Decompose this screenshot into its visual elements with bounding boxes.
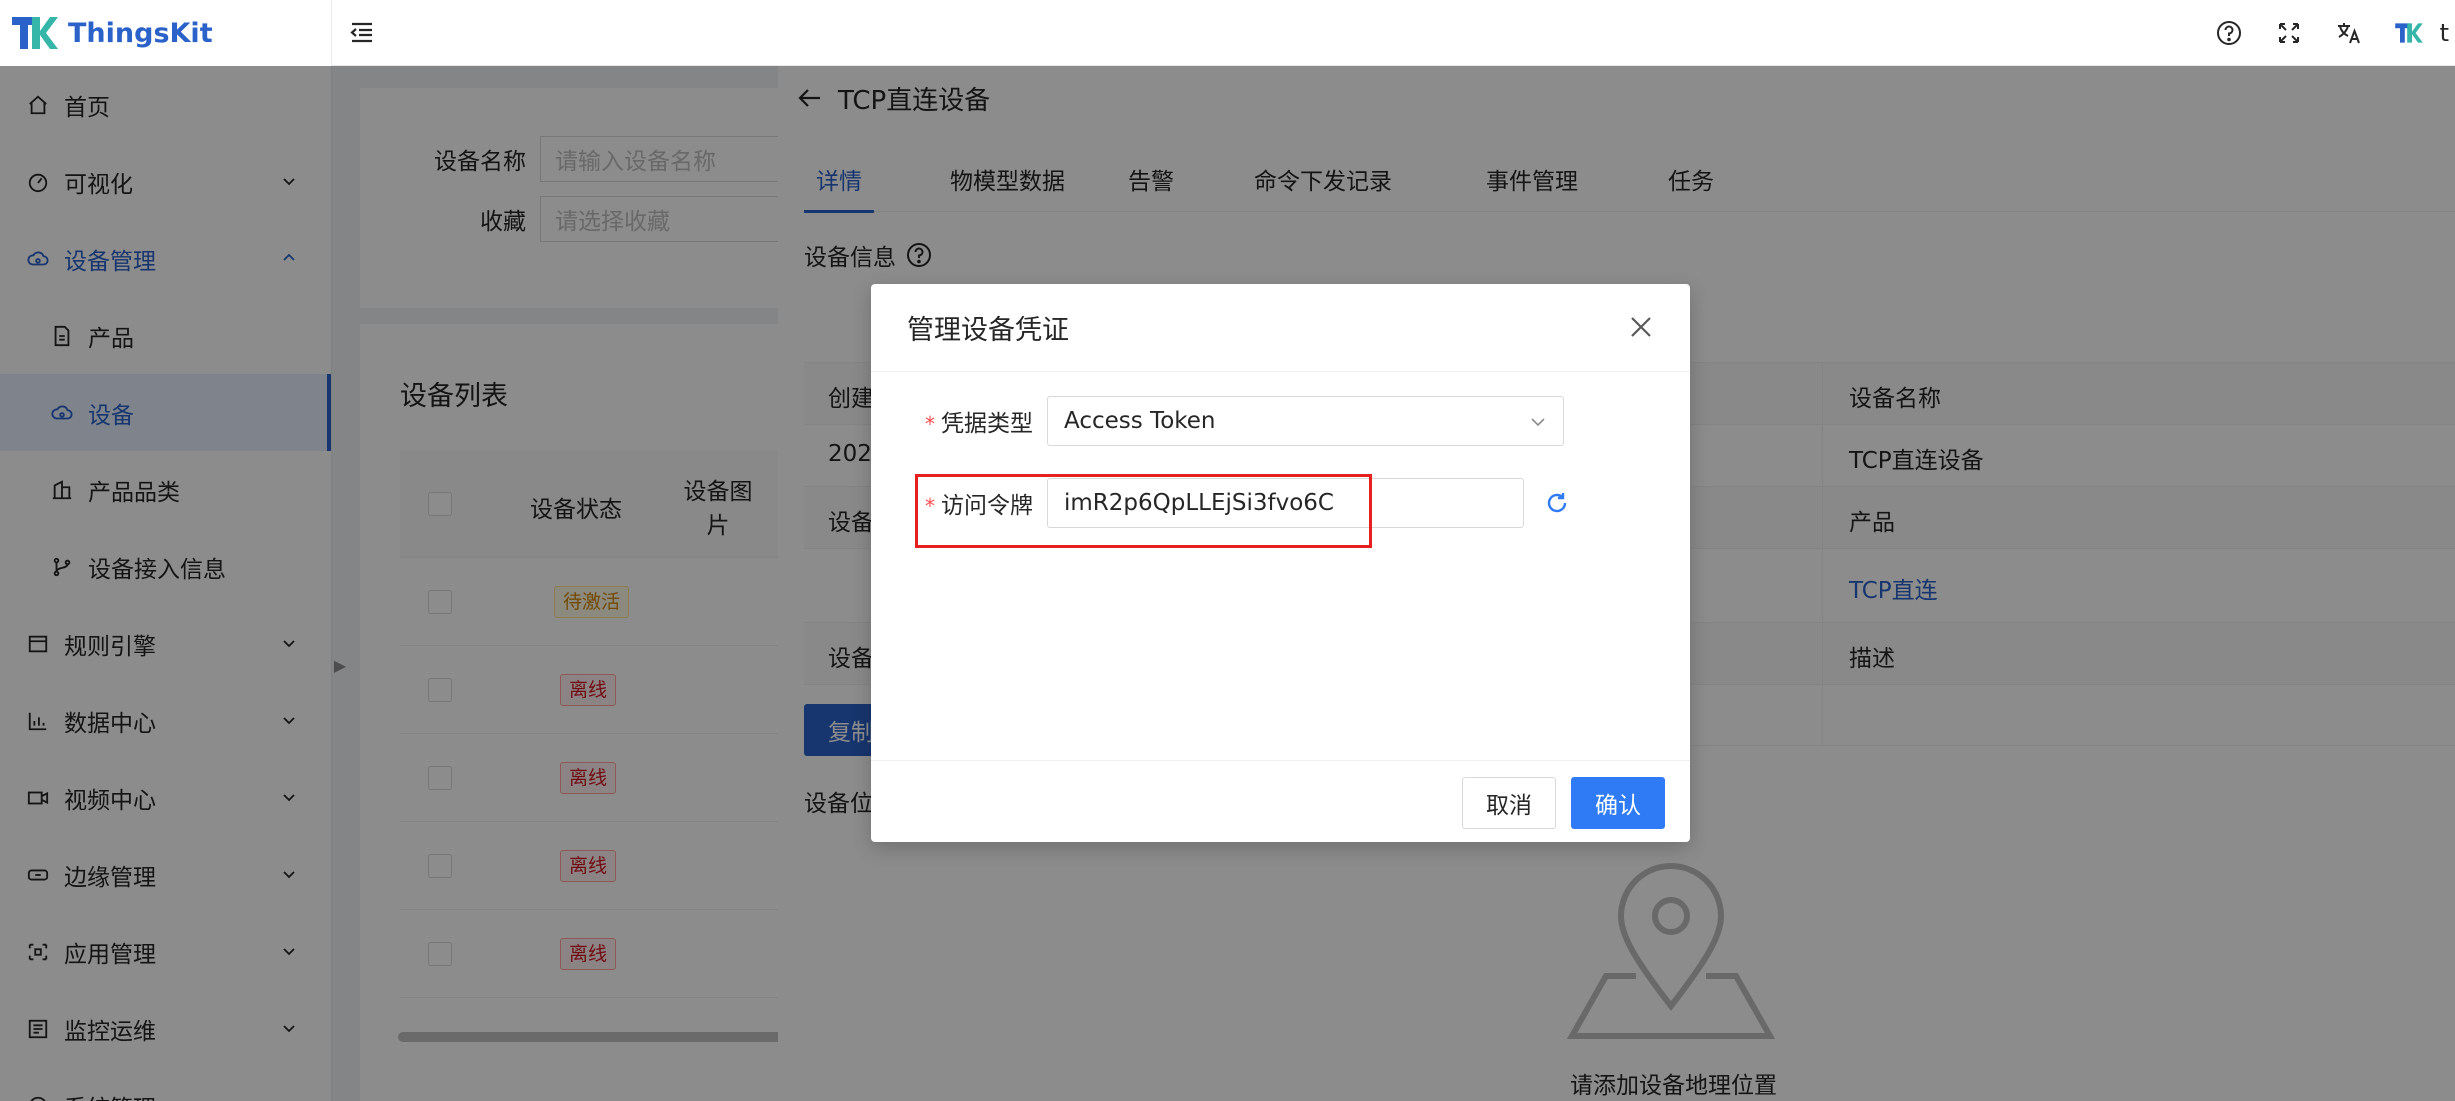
confirm-button[interactable]: 确认 (1571, 777, 1665, 829)
annotation-highlight-box (915, 474, 1372, 548)
credential-type-label-text: 凭据类型 (941, 411, 1033, 437)
modal-header: 管理设备凭证 (871, 284, 1690, 372)
modal-title: 管理设备凭证 (907, 315, 1069, 346)
close-icon[interactable] (1626, 312, 1656, 342)
user-avatar-logo-icon[interactable] (2394, 18, 2424, 48)
chevron-down-icon (1531, 418, 1545, 427)
credential-type-value: Access Token (1064, 408, 1216, 434)
modal-footer: 取消 确认 (871, 760, 1690, 842)
credential-type-select[interactable]: Access Token (1047, 396, 1564, 446)
translate-icon[interactable] (2334, 18, 2364, 48)
menu-fold-icon[interactable] (346, 16, 378, 48)
fullscreen-icon[interactable] (2274, 18, 2304, 48)
thingskit-logo-icon (12, 17, 58, 49)
refresh-icon[interactable] (1544, 490, 1570, 516)
required-mark: * (925, 412, 935, 436)
manage-credentials-modal: 管理设备凭证 * 凭据类型 Access Token * 访问令牌 imR2p6Qp… (871, 284, 1690, 842)
help-icon[interactable] (2214, 18, 2244, 48)
credential-type-label: * 凭据类型 (871, 404, 1047, 438)
cancel-button[interactable]: 取消 (1462, 777, 1556, 829)
header-actions: t (2214, 0, 2455, 66)
top-header: t (332, 0, 2455, 66)
user-name[interactable]: t (2440, 19, 2449, 47)
credential-type-row: * 凭据类型 Access Token (871, 396, 1564, 446)
brand[interactable]: ThingsKit (0, 0, 331, 66)
brand-name: ThingsKit (68, 17, 213, 49)
